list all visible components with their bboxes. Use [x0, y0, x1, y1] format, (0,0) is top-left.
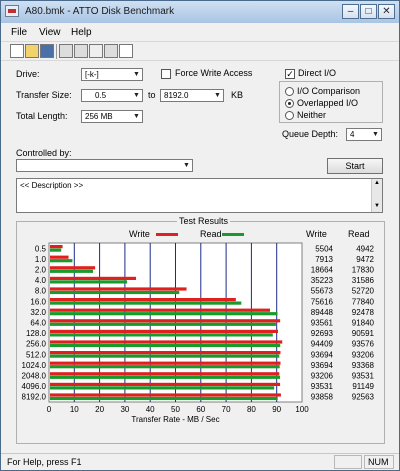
transfer-size-to-select[interactable]: 8192.0 ▼	[160, 89, 224, 102]
description-text: << Description >>	[20, 181, 84, 190]
open-icon[interactable]	[25, 44, 39, 58]
scroll-down-icon[interactable]: ▼	[372, 202, 382, 211]
start-button[interactable]: Start	[327, 158, 383, 174]
column-write-header: Write	[306, 229, 327, 239]
chevron-down-icon: ▼	[370, 129, 381, 140]
io-comparison-radio[interactable]	[285, 87, 294, 96]
results-title: Test Results	[177, 216, 231, 226]
status-help-text: For Help, press F1	[7, 457, 82, 467]
total-length-label: Total Length:	[16, 111, 68, 121]
legend-read-swatch	[222, 233, 244, 236]
app-window: A80.bmk - ATTO Disk Benchmark – □ ✕ File…	[0, 0, 400, 471]
io-comparison-label: I/O Comparison	[297, 86, 361, 96]
to-label: to	[148, 90, 156, 100]
menu-help[interactable]: Help	[71, 27, 92, 38]
chevron-down-icon: ▼	[181, 160, 192, 171]
minimize-button[interactable]: –	[342, 4, 359, 19]
status-bar: For Help, press F1 NUM	[1, 453, 399, 470]
copy-icon[interactable]	[104, 44, 118, 58]
test-results-group: Test Results	[16, 216, 385, 444]
toolbar	[1, 41, 399, 61]
neither-radio[interactable]	[285, 111, 294, 120]
app-icon	[5, 5, 19, 17]
close-button[interactable]: ✕	[378, 4, 395, 19]
save-icon[interactable]	[40, 44, 54, 58]
direct-io-label: Direct I/O	[298, 68, 337, 78]
chevron-down-icon: ▼	[131, 90, 142, 101]
direct-io-checkbox[interactable]: ✓	[285, 69, 295, 79]
new-icon[interactable]	[10, 44, 24, 58]
drive-select[interactable]: [-k-] ▼	[81, 68, 143, 81]
maximize-button[interactable]: □	[360, 4, 377, 19]
chevron-down-icon: ▼	[131, 111, 142, 122]
overlapped-io-label: Overlapped I/O	[297, 98, 359, 108]
kb-label: KB	[231, 90, 244, 100]
overlapped-io-radio[interactable]	[285, 99, 294, 108]
total-length-select[interactable]: 256 MB ▼	[81, 110, 143, 123]
queue-depth-label: Queue Depth:	[282, 129, 339, 139]
print-icon[interactable]	[59, 44, 73, 58]
scroll-up-icon[interactable]: ▲	[372, 179, 382, 188]
drive-label: Drive:	[16, 69, 40, 79]
legend-write-label: Write	[129, 229, 150, 239]
status-pane-empty	[334, 455, 362, 469]
chevron-down-icon: ▼	[212, 90, 223, 101]
move-icon[interactable]	[89, 44, 103, 58]
legend-read-label: Read	[200, 229, 222, 239]
queue-depth-select[interactable]: 4 ▼	[346, 128, 382, 141]
transfer-size-label: Transfer Size:	[16, 90, 72, 100]
force-write-access-checkbox[interactable]	[161, 69, 171, 79]
description-scrollbar[interactable]: ▲ ▼	[371, 179, 382, 212]
column-read-header: Read	[348, 229, 370, 239]
toolbar-separator	[56, 44, 57, 59]
legend-write-swatch	[156, 233, 178, 236]
force-write-access-label: Force Write Access	[175, 68, 253, 78]
chevron-down-icon: ▼	[131, 69, 142, 80]
menu-bar: File View Help	[1, 24, 399, 41]
help-icon[interactable]	[119, 44, 133, 58]
description-textarea[interactable]: << Description >> ▲ ▼	[16, 178, 383, 213]
controlled-by-label: Controlled by:	[16, 148, 72, 158]
neither-label: Neither	[297, 110, 327, 120]
title-bar[interactable]: A80.bmk - ATTO Disk Benchmark – □ ✕	[1, 1, 399, 23]
menu-file[interactable]: File	[11, 27, 27, 38]
transfer-size-from-select[interactable]: 0.5 ▼	[81, 89, 143, 102]
print-preview-icon[interactable]	[74, 44, 88, 58]
window-title: A80.bmk - ATTO Disk Benchmark	[25, 6, 175, 17]
status-num: NUM	[364, 455, 394, 469]
controlled-by-select[interactable]: ▼	[16, 159, 193, 172]
menu-view[interactable]: View	[39, 27, 61, 38]
